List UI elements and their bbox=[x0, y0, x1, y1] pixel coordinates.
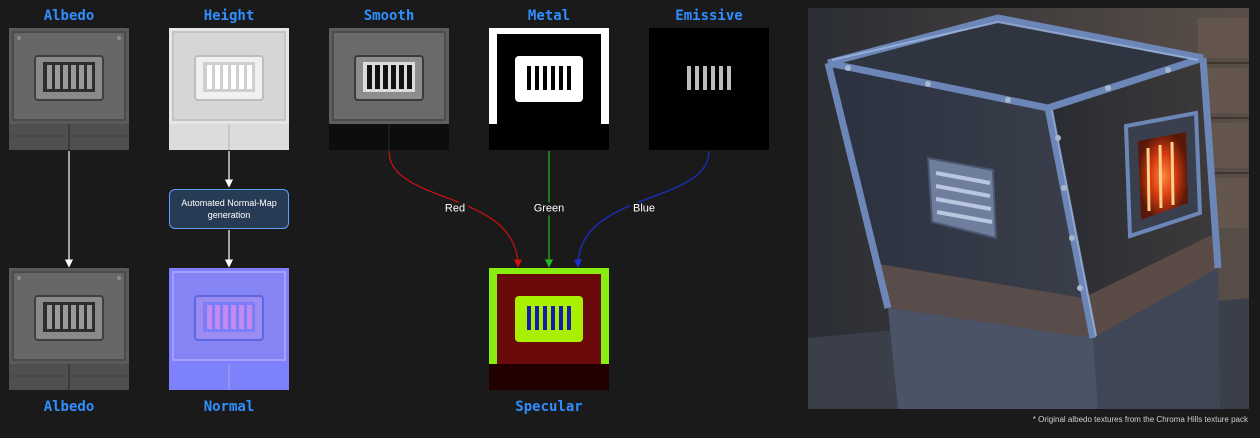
label-metal: Metal bbox=[527, 8, 571, 24]
texture-pipeline-diagram: Albedo Height Smooth Metal Emissive Auto… bbox=[0, 0, 1260, 438]
normal-map-generation-step: Automated Normal-Map generation bbox=[169, 189, 289, 229]
specular-texture bbox=[489, 268, 609, 390]
emissive-texture bbox=[649, 28, 769, 150]
label-specular: Specular bbox=[515, 399, 583, 415]
label-height: Height bbox=[203, 8, 255, 24]
normal-texture bbox=[169, 268, 289, 390]
metal-texture bbox=[489, 28, 609, 150]
channel-label-blue: Blue bbox=[629, 202, 659, 216]
label-albedo-top: Albedo bbox=[43, 8, 95, 24]
label-albedo-bottom: Albedo bbox=[43, 399, 95, 415]
height-texture bbox=[169, 28, 289, 150]
footnote: * Original albedo textures from the Chro… bbox=[1032, 415, 1248, 424]
label-smooth: Smooth bbox=[363, 8, 415, 24]
normal-map-generation-label: Automated Normal-Map generation bbox=[181, 198, 277, 220]
label-normal: Normal bbox=[203, 399, 255, 415]
smooth-texture bbox=[329, 28, 449, 150]
rendered-crate-preview bbox=[808, 8, 1249, 409]
albedo-texture-top bbox=[9, 28, 129, 150]
albedo-texture-bottom bbox=[9, 268, 129, 390]
channel-label-green: Green bbox=[530, 202, 568, 216]
channel-label-red: Red bbox=[441, 202, 469, 216]
label-emissive: Emissive bbox=[675, 8, 743, 24]
